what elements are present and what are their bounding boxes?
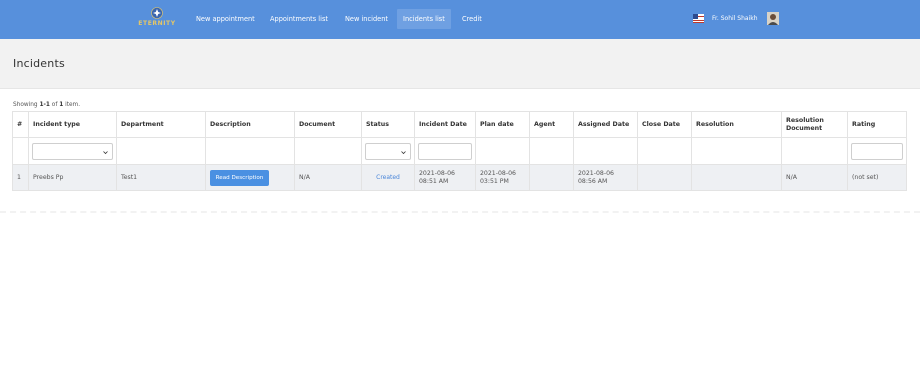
col-header-resolution[interactable]: Resolution: [691, 111, 782, 138]
col-header-description[interactable]: Description: [205, 111, 295, 138]
nav-credit[interactable]: Credit: [456, 9, 488, 29]
incident-date-filter-input[interactable]: [418, 142, 472, 160]
section-divider: [0, 211, 920, 213]
incident-type-filter-select[interactable]: [32, 142, 113, 160]
filter-cell-number: [12, 137, 29, 165]
filter-row: [12, 137, 907, 165]
col-header-incident-date[interactable]: Incident Date: [414, 111, 476, 138]
filter-cell-document: [294, 137, 362, 165]
user-avatar-icon[interactable]: [767, 12, 779, 25]
nav-new-incident[interactable]: New incident: [339, 9, 394, 29]
cell-department: Test1: [116, 164, 206, 191]
filter-cell-resolution: [691, 137, 782, 165]
nav-appointments-list[interactable]: Appointments list: [264, 9, 334, 29]
cell-close-date: [637, 164, 692, 191]
filter-cell-department: [116, 137, 206, 165]
filter-cell-agent: [529, 137, 574, 165]
language-flag-icon[interactable]: [693, 14, 704, 23]
page-title: Incidents: [13, 57, 65, 70]
filter-cell-assigned-date: [573, 137, 638, 165]
cell-number: 1: [12, 164, 29, 191]
col-header-rating[interactable]: Rating: [847, 111, 907, 138]
nav-new-appointment[interactable]: New appointment: [190, 9, 261, 29]
cell-resolution-document: N/A: [781, 164, 848, 191]
col-header-agent[interactable]: Agent: [529, 111, 574, 138]
summary-prefix: Showing: [13, 102, 40, 108]
filter-cell-resolution-document: [781, 137, 848, 165]
col-header-resolution-document[interactable]: Resolution Document: [781, 111, 848, 138]
cell-incident-type: Preebs Pp: [28, 164, 117, 191]
filter-cell-status: [361, 137, 415, 165]
chevron-down-icon: [401, 150, 406, 154]
brand-logo-link[interactable]: ETERNITY: [137, 7, 177, 33]
eternity-logo-icon: [151, 7, 163, 19]
col-header-status[interactable]: Status: [361, 111, 415, 138]
col-header-close-date[interactable]: Close Date: [637, 111, 692, 138]
cell-description: Read Description: [205, 164, 295, 191]
cell-status: Created: [361, 164, 415, 191]
page-header: Incidents: [0, 39, 920, 89]
summary-suffix: item.: [63, 102, 81, 108]
summary-middle: of: [49, 102, 60, 108]
filter-cell-incident-type: [28, 137, 117, 165]
table-header-row: # Incident type Department Description D…: [12, 111, 907, 138]
filter-cell-incident-date: [414, 137, 476, 165]
cell-rating: (not set): [847, 164, 907, 191]
cell-document: N/A: [294, 164, 362, 191]
col-header-number: #: [12, 111, 29, 138]
cell-incident-date: 2021-08-06 08:51 AM: [414, 164, 476, 191]
chevron-down-icon: [103, 150, 108, 154]
incidents-table: # Incident type Department Description D…: [12, 111, 907, 191]
rating-filter-input[interactable]: [851, 142, 903, 160]
filter-cell-description: [205, 137, 295, 165]
read-description-button[interactable]: Read Description: [210, 169, 269, 186]
status-filter-select[interactable]: [365, 142, 411, 160]
cell-plan-date: 2021-08-06 03:51 PM: [475, 164, 530, 191]
col-header-incident-type[interactable]: Incident type: [28, 111, 117, 138]
brand-name: ETERNITY: [138, 20, 176, 27]
col-header-document[interactable]: Document: [294, 111, 362, 138]
top-navbar: ETERNITY New appointment Appointments li…: [0, 0, 920, 39]
summary-range: 1-1: [39, 102, 50, 108]
user-name[interactable]: Fr. Sohil Shaikh: [712, 9, 758, 29]
cell-agent: [529, 164, 574, 191]
filter-cell-close-date: [637, 137, 692, 165]
filter-cell-rating: [847, 137, 907, 165]
cell-assigned-date: 2021-08-06 08:56 AM: [573, 164, 638, 191]
filter-cell-plan-date: [475, 137, 530, 165]
cell-resolution: [691, 164, 782, 191]
nav-incidents-list[interactable]: Incidents list: [397, 9, 451, 29]
col-header-plan-date[interactable]: Plan date: [475, 111, 530, 138]
col-header-department[interactable]: Department: [116, 111, 206, 138]
grid-summary: Showing 1-1 of 1 item.: [13, 102, 80, 108]
col-header-assigned-date[interactable]: Assigned Date: [573, 111, 638, 138]
status-link[interactable]: Created: [376, 174, 400, 181]
table-row: 1 Preebs Pp Test1 Read Description N/A C…: [12, 164, 907, 191]
